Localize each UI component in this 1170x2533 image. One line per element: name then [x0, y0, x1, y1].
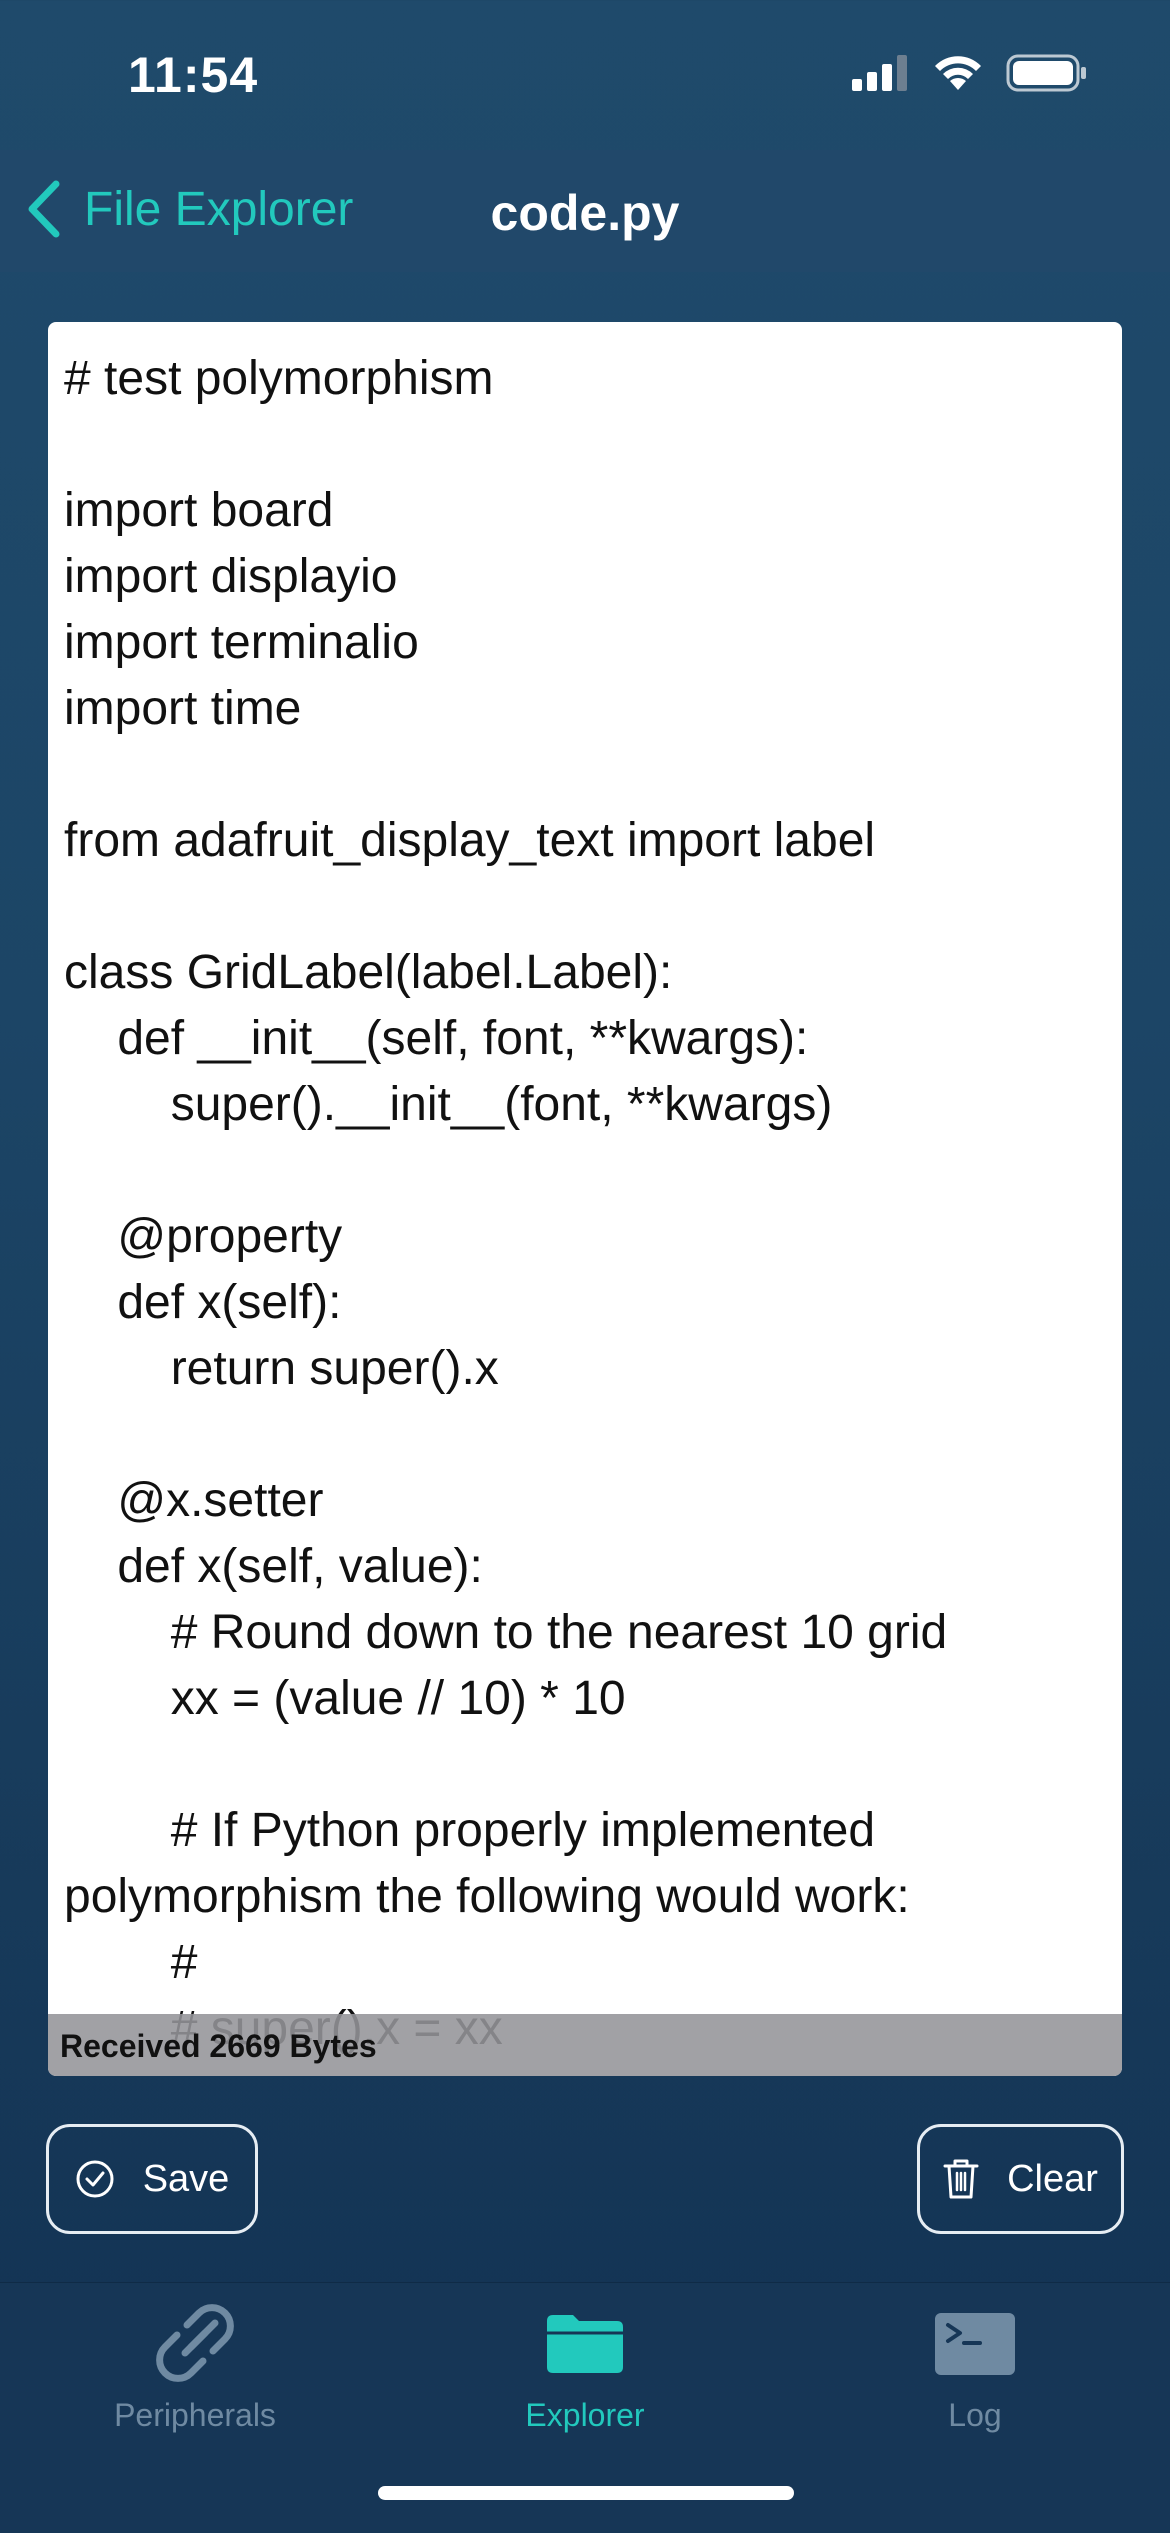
- clear-button[interactable]: Clear: [917, 2124, 1124, 2234]
- clear-button-label: Clear: [1007, 2157, 1098, 2200]
- battery-icon: [1006, 54, 1086, 92]
- tab-log[interactable]: Log: [780, 2303, 1170, 2434]
- status-icons: [852, 54, 1088, 92]
- tab-peripherals[interactable]: Peripherals: [0, 2303, 390, 2434]
- checkmark-circle-icon: [76, 2160, 114, 2198]
- cellular-signal-icon: [852, 55, 907, 91]
- file-content-view[interactable]: # test polymorphism import board import …: [48, 322, 1122, 2076]
- tab-log-label: Log: [948, 2397, 1002, 2433]
- code-text[interactable]: # test polymorphism import board import …: [64, 346, 1110, 2076]
- save-button-label: Save: [142, 2157, 230, 2200]
- wifi-icon: [935, 56, 981, 90]
- link-icon: [156, 2304, 234, 2382]
- navigation-bar: File Explorer code.py: [0, 150, 1170, 272]
- tab-peripherals-label: Peripherals: [114, 2397, 276, 2433]
- save-button[interactable]: Save: [46, 2124, 258, 2234]
- page-title: code.py: [490, 185, 680, 241]
- status-bar: 11:54: [0, 0, 1170, 150]
- trash-icon: [943, 2159, 979, 2199]
- status-time: 11:54: [128, 47, 259, 103]
- terminal-icon: [935, 2313, 1015, 2375]
- tab-explorer-label: Explorer: [525, 2397, 645, 2433]
- tab-explorer[interactable]: Explorer: [390, 2303, 780, 2434]
- received-bytes-text: Received 2669 Bytes: [60, 2028, 377, 2064]
- home-indicator: [378, 2486, 794, 2500]
- received-status-bar: Received 2669 Bytes: [48, 2014, 1122, 2076]
- folder-icon: [547, 2315, 623, 2373]
